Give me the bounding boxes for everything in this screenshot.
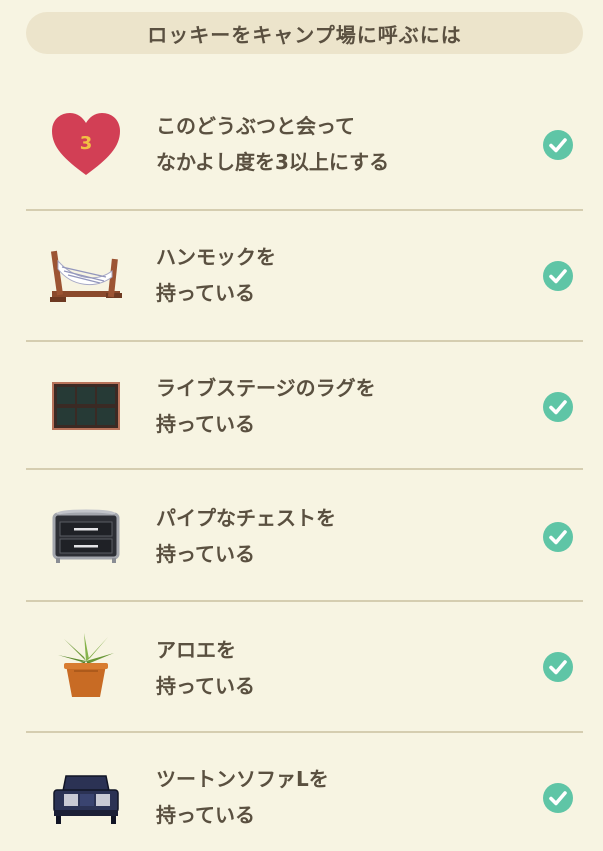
heart-badge: 3 xyxy=(80,133,93,154)
requirement-text: パイプなチェストを 持っている xyxy=(156,500,336,572)
check-icon xyxy=(543,392,573,422)
check-icon xyxy=(543,522,573,552)
requirement-text: ライブステージのラグを 持っている xyxy=(156,370,376,442)
check-icon xyxy=(543,130,573,160)
requirement-row-chest: パイプなチェストを 持っている xyxy=(26,470,583,602)
requirement-text: このどうぶつと会って なかよし度を3以上にする xyxy=(156,108,389,180)
check-icon xyxy=(543,261,573,291)
requirement-row-rug: ライブステージのラグを 持っている xyxy=(26,342,583,470)
requirement-row-aloe: アロエを 持っている xyxy=(26,602,583,733)
requirement-text: アロエを 持っている xyxy=(156,632,255,704)
requirement-line1: パイプなチェストを xyxy=(156,506,336,530)
two-tone-sofa-icon xyxy=(48,761,124,837)
requirement-line1: ツートンソファLを xyxy=(156,767,329,791)
stage-rug-icon xyxy=(48,368,124,444)
requirement-row-hammock: ハンモックを 持っている xyxy=(26,211,583,342)
requirement-line2: 持っている xyxy=(156,542,255,566)
aloe-plant-icon xyxy=(48,628,124,704)
requirement-line2: 持っている xyxy=(156,412,255,436)
requirement-line1: ライブステージのラグを xyxy=(156,376,376,400)
requirement-line1: このどうぶつと会って xyxy=(156,114,355,138)
requirement-row-sofa: ツートンソファLを 持っている xyxy=(26,733,583,851)
heart-icon: 3 xyxy=(48,106,124,182)
requirement-line2: 持っている xyxy=(156,674,255,698)
requirement-row-friendship: 3 このどうぶつと会って なかよし度を3以上にする xyxy=(26,78,583,211)
requirement-text: ハンモックを 持っている xyxy=(156,239,276,311)
check-icon xyxy=(543,652,573,682)
check-icon xyxy=(543,783,573,813)
header-banner: ロッキーをキャンプ場に呼ぶには xyxy=(26,12,583,54)
requirement-list: 3 このどうぶつと会って なかよし度を3以上にする ハンモックを 持っている ラ… xyxy=(26,78,583,851)
header-title: ロッキーをキャンプ場に呼ぶには xyxy=(147,22,462,47)
requirement-line1: アロエを xyxy=(156,638,236,662)
requirement-line1: ハンモックを xyxy=(156,245,276,269)
requirement-line2: なかよし度を3以上にする xyxy=(156,150,390,174)
requirement-line2: 持っている xyxy=(156,281,255,305)
requirement-line2: 持っている xyxy=(156,803,255,827)
requirement-text: ツートンソファLを 持っている xyxy=(156,761,329,833)
hammock-icon xyxy=(48,239,124,315)
pipe-chest-icon xyxy=(48,498,124,574)
